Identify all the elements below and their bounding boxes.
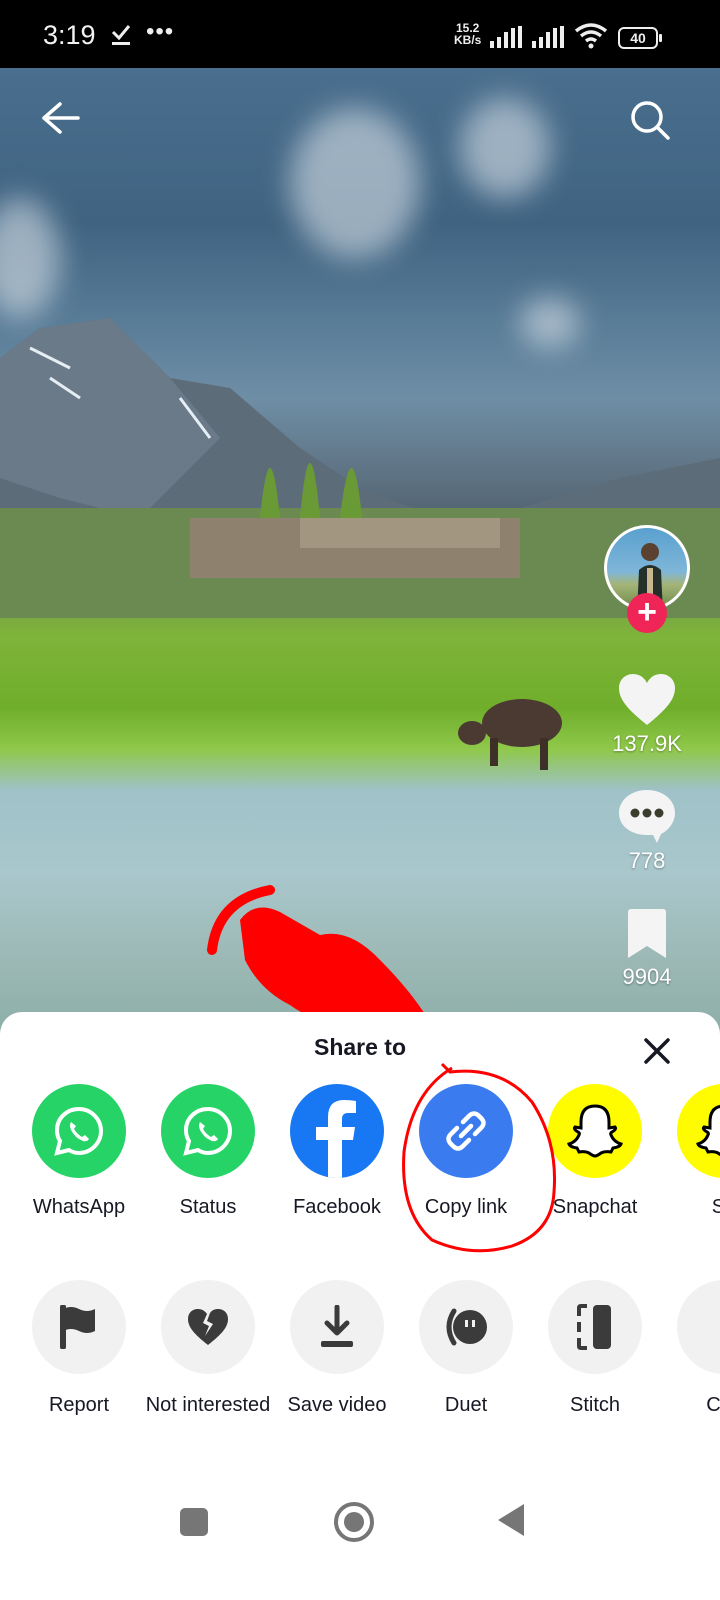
battery-level: 40 bbox=[618, 27, 658, 49]
snapchat-icon bbox=[548, 1084, 642, 1178]
action-duet[interactable]: Duet bbox=[401, 1280, 531, 1419]
comment-icon bbox=[619, 790, 675, 843]
search-icon[interactable] bbox=[628, 98, 672, 142]
status-time: 3:19 bbox=[43, 20, 96, 50]
action-sticker[interactable]: C st bbox=[659, 1280, 720, 1419]
heart-icon bbox=[619, 674, 675, 725]
home-button[interactable] bbox=[334, 1502, 374, 1542]
share-label: Status bbox=[179, 1196, 237, 1218]
share-label: Sn bbox=[711, 1196, 720, 1218]
action-save-video[interactable]: Save video bbox=[272, 1280, 402, 1419]
follow-button[interactable]: + bbox=[627, 593, 667, 633]
share-label: Snapchat bbox=[552, 1196, 638, 1218]
cloud bbox=[460, 98, 550, 198]
back-button[interactable] bbox=[498, 1504, 524, 1536]
action-label: Report bbox=[48, 1394, 110, 1416]
actions-row[interactable]: Report Not interested Save video Duet St… bbox=[0, 1280, 720, 1480]
action-label: C st bbox=[706, 1394, 720, 1416]
broken-heart-icon bbox=[161, 1280, 255, 1374]
cloud bbox=[290, 108, 420, 258]
battery-icon: 40 bbox=[618, 27, 662, 49]
snapchat-icon bbox=[677, 1084, 720, 1178]
action-report[interactable]: Report bbox=[14, 1280, 144, 1419]
action-not-interested[interactable]: Not interested bbox=[143, 1280, 273, 1419]
back-arrow-icon[interactable] bbox=[40, 100, 80, 136]
share-facebook[interactable]: Facebook bbox=[272, 1084, 402, 1219]
flag-icon bbox=[32, 1280, 126, 1374]
share-label: Copy link bbox=[424, 1196, 508, 1218]
share-label: Facebook bbox=[293, 1196, 381, 1218]
share-snapchat[interactable]: Snapchat bbox=[530, 1084, 660, 1219]
download-icon bbox=[290, 1280, 384, 1374]
facebook-icon bbox=[290, 1084, 384, 1178]
more-notifications-icon: ••• bbox=[146, 18, 175, 45]
yak-scenery bbox=[458, 699, 562, 770]
recents-button[interactable] bbox=[180, 1508, 208, 1536]
sticker-icon bbox=[677, 1280, 720, 1374]
stitch-icon bbox=[548, 1280, 642, 1374]
action-label: Stitch bbox=[569, 1394, 621, 1416]
whatsapp-status-icon bbox=[161, 1084, 255, 1178]
bookmark-button[interactable]: 9904 bbox=[600, 908, 694, 990]
action-stitch[interactable]: Stitch bbox=[530, 1280, 660, 1419]
share-targets-row[interactable]: WhatsApp Status Facebook Copy link Snapc… bbox=[0, 1084, 720, 1244]
comment-button[interactable]: 778 bbox=[600, 788, 694, 874]
share-copy-link[interactable]: Copy link bbox=[401, 1084, 531, 1219]
close-icon[interactable] bbox=[640, 1034, 674, 1068]
share-label: WhatsApp bbox=[32, 1196, 126, 1218]
bookmark-icon bbox=[628, 909, 666, 958]
duet-icon bbox=[419, 1280, 513, 1374]
whatsapp-icon bbox=[32, 1084, 126, 1178]
video-player[interactable]: + 137.9K 778 9904 bbox=[0, 68, 720, 1100]
bookmark-count: 9904 bbox=[622, 964, 672, 989]
action-label: Not interested bbox=[145, 1394, 271, 1416]
network-speed-unit: KB/s bbox=[454, 33, 482, 47]
share-sheet-title: Share to bbox=[313, 1034, 407, 1060]
like-count: 137.9K bbox=[612, 731, 682, 756]
signal-icon bbox=[490, 26, 522, 48]
action-label: Duet bbox=[444, 1394, 488, 1416]
share-whatsapp[interactable]: WhatsApp bbox=[14, 1084, 144, 1219]
share-snapchat-2[interactable]: Sn bbox=[659, 1084, 720, 1219]
system-nav-bar bbox=[0, 1480, 720, 1600]
share-status[interactable]: Status bbox=[143, 1084, 273, 1219]
task-done-icon bbox=[111, 25, 131, 45]
like-button[interactable]: 137.9K bbox=[600, 673, 694, 757]
comment-count: 778 bbox=[628, 848, 666, 873]
wifi-icon bbox=[574, 23, 608, 49]
link-icon bbox=[419, 1084, 513, 1178]
action-label: Save video bbox=[287, 1394, 387, 1416]
status-bar: 3:19 ••• 15.2 KB/s 40 bbox=[0, 0, 720, 68]
signal-icon bbox=[532, 26, 564, 48]
network-speed: 15.2 KB/s bbox=[454, 22, 481, 46]
cloud bbox=[0, 198, 60, 318]
